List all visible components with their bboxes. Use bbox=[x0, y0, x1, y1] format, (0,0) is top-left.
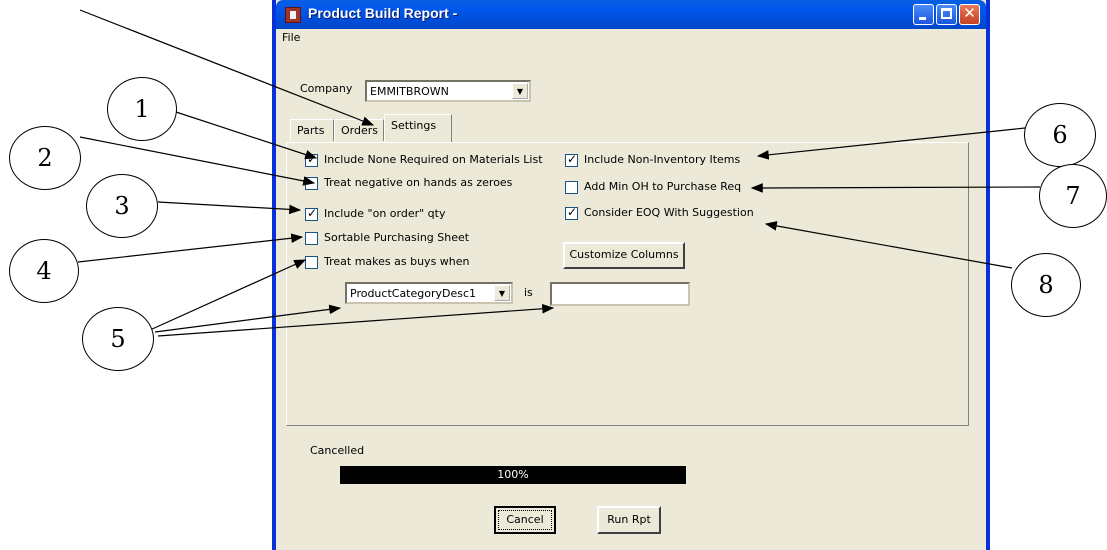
arrow-4 bbox=[77, 233, 304, 263]
callout-5: 5 bbox=[82, 307, 154, 371]
arrow-5b bbox=[154, 304, 342, 333]
arrow-5a bbox=[149, 259, 307, 331]
callout-4: 4 bbox=[9, 239, 79, 303]
arrow-1 bbox=[175, 111, 318, 160]
callout-1: 1 bbox=[107, 77, 177, 141]
arrow-8 bbox=[764, 221, 1013, 269]
callout-6: 6 bbox=[1024, 103, 1096, 167]
arrow-7 bbox=[750, 183, 1041, 193]
arrow-5c bbox=[157, 303, 555, 337]
callout-3: 3 bbox=[86, 174, 158, 238]
arrow-6 bbox=[756, 127, 1026, 160]
arrow-3 bbox=[157, 201, 302, 215]
callout-8: 8 bbox=[1011, 253, 1081, 317]
annotation-arrows bbox=[77, 9, 1041, 337]
callout-2: 2 bbox=[9, 126, 81, 190]
callout-7: 7 bbox=[1039, 164, 1107, 228]
